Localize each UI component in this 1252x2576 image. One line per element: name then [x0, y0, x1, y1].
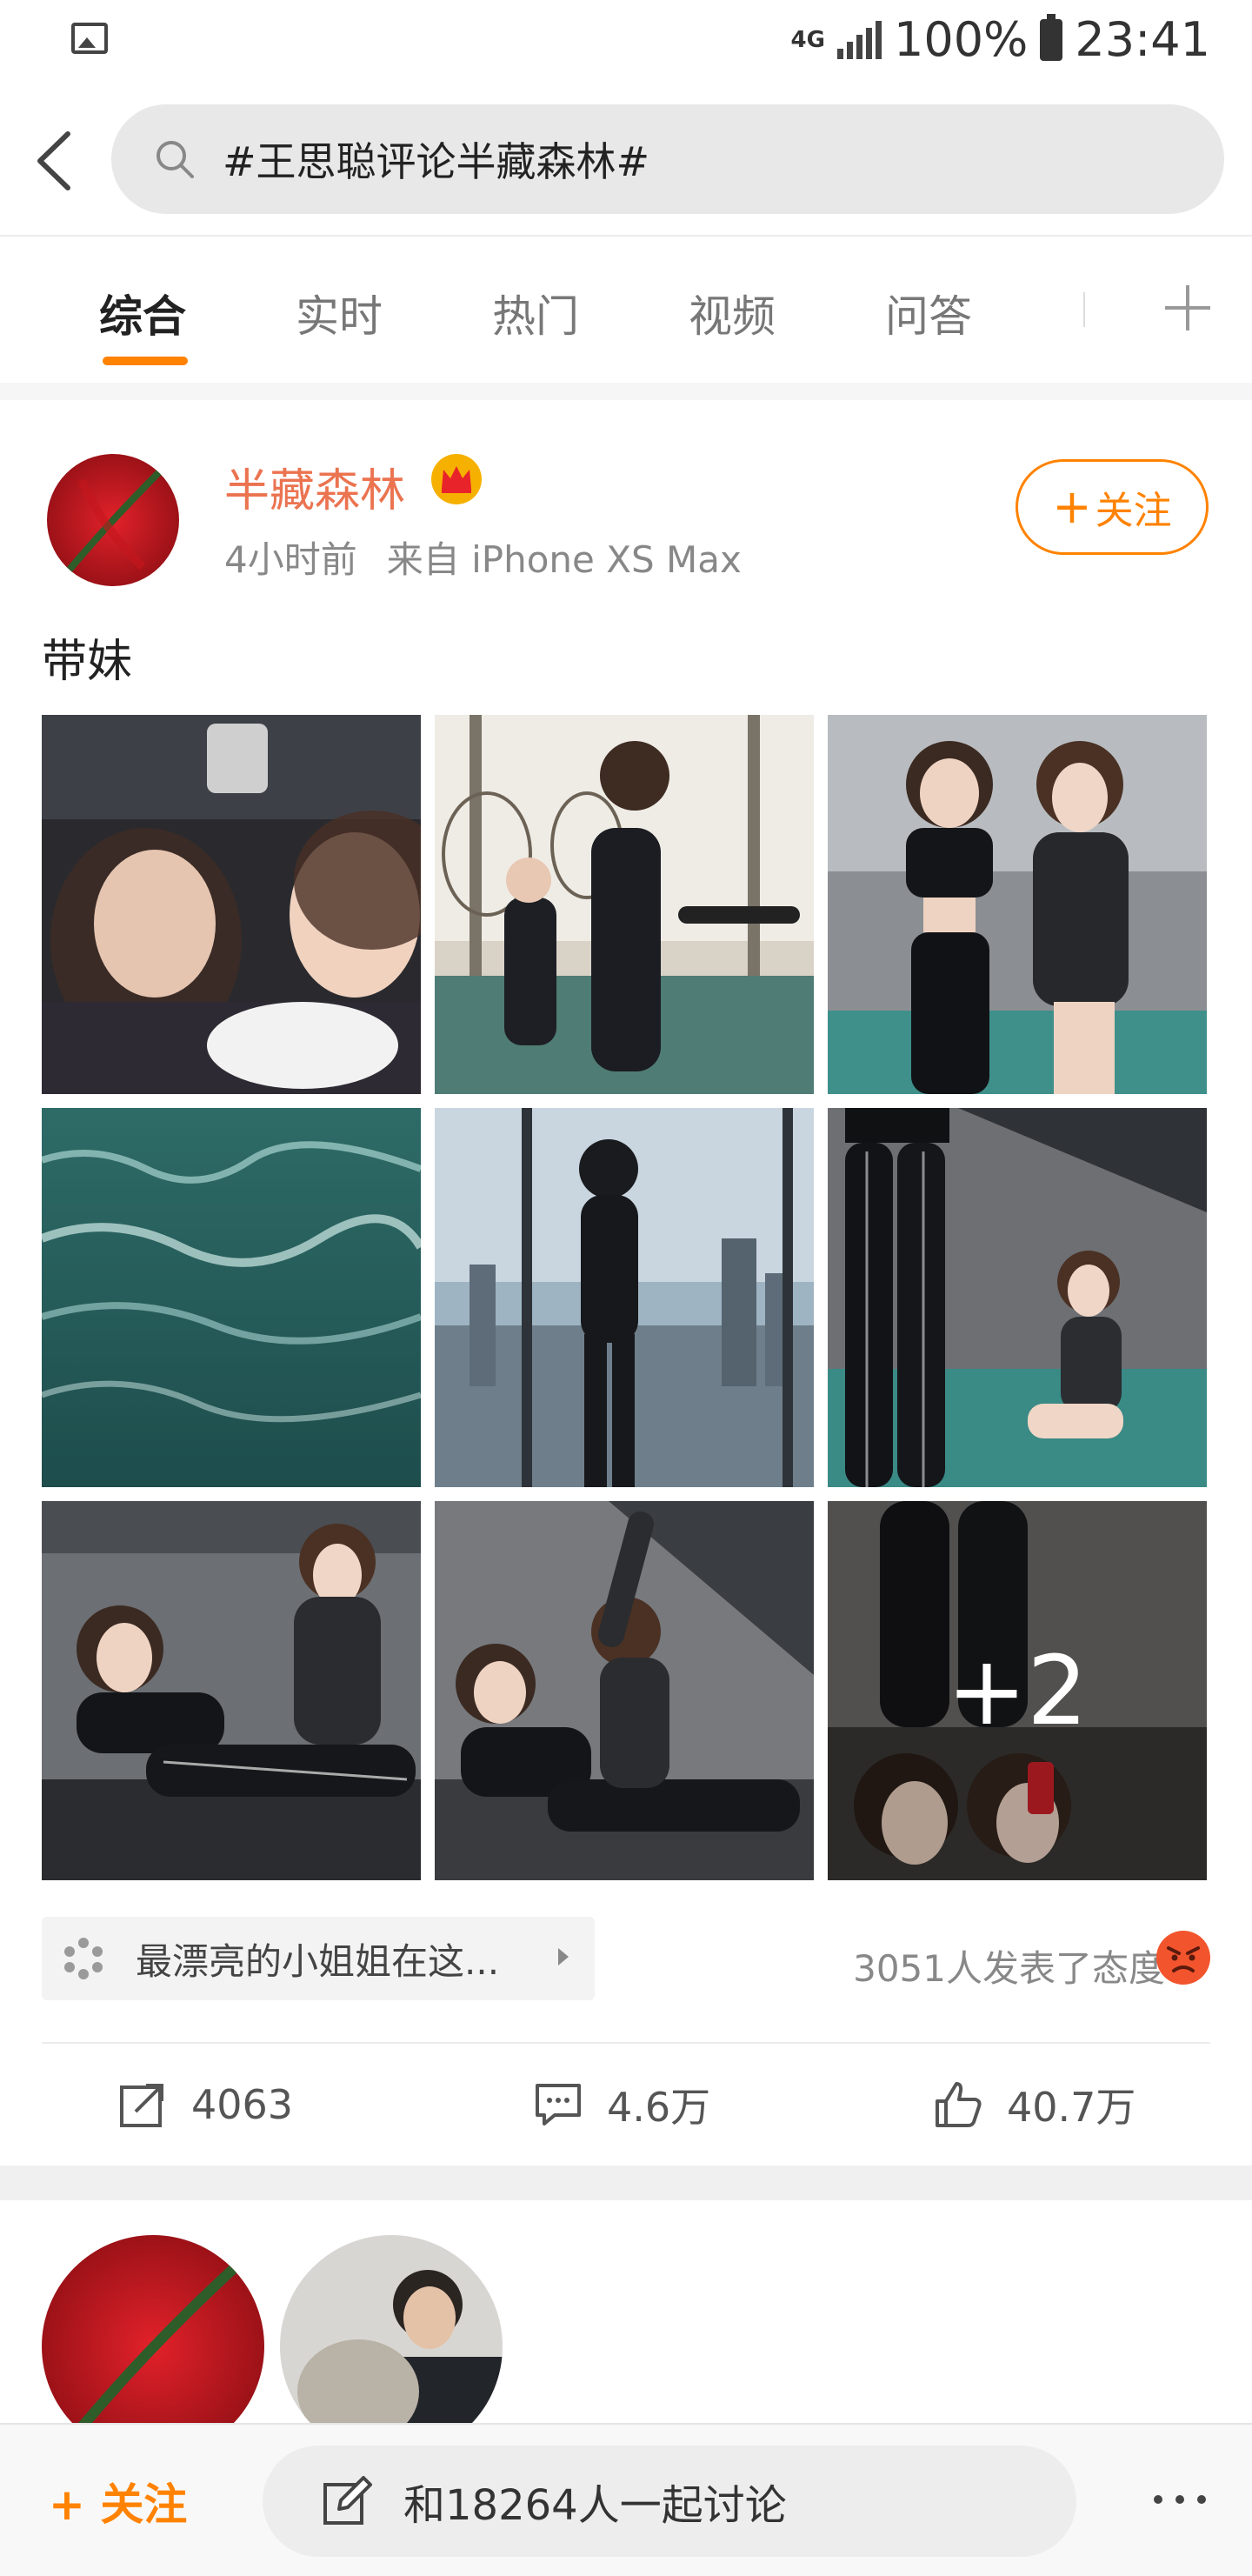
avatar[interactable]	[42, 2235, 264, 2426]
topic-chip[interactable]: 最漂亮的小姐姐在这...	[42, 1917, 595, 2000]
feed-separator	[0, 2166, 1252, 2200]
battery-icon	[1040, 13, 1063, 61]
tab-bar: 综合 实时 热门 视频 问答	[0, 235, 1252, 384]
post-image-1[interactable]	[42, 715, 421, 1094]
separator	[0, 383, 1252, 400]
tab-divider	[1083, 292, 1085, 327]
discuss-input[interactable]: 和18264人一起讨论	[263, 2446, 1076, 2557]
post-text: 带妹	[42, 636, 133, 688]
weibo-post: 半藏森林 4小时前 来自 iPhone XS Max + 关注 带妹 +2 最漂…	[0, 400, 1252, 2166]
repost-icon	[120, 2084, 163, 2127]
post-image-7[interactable]	[42, 1501, 421, 1880]
repost-count: 4063	[191, 2081, 294, 2128]
plus-icon: +	[1052, 479, 1092, 534]
crown-icon	[431, 454, 482, 504]
search-header: #王思聪评论半藏森林#	[0, 87, 1252, 233]
discuss-label: 和18264人一起讨论	[403, 2481, 787, 2530]
search-icon	[156, 141, 194, 178]
search-input[interactable]: #王思聪评论半藏森林#	[111, 104, 1224, 214]
post-image-4[interactable]	[42, 1108, 421, 1487]
signal-icon	[836, 20, 882, 59]
back-arrow-icon[interactable]	[35, 130, 73, 191]
edit-icon	[323, 2476, 372, 2525]
more-images-count: +2	[828, 1501, 1207, 1880]
chevron-right-icon	[558, 1948, 569, 1965]
thumbs-up-icon	[936, 2082, 982, 2127]
tab-hot[interactable]: 热门	[492, 282, 579, 344]
avatar[interactable]	[280, 2235, 503, 2426]
more-options-icon[interactable]	[1149, 2491, 1210, 2508]
attitude-count[interactable]: 3051人发表了态度	[853, 1939, 1165, 1992]
avatar[interactable]	[47, 454, 179, 586]
post-image-2[interactable]	[435, 715, 814, 1094]
tab-realtime[interactable]: 实时	[296, 282, 383, 344]
post-image-8[interactable]	[435, 1501, 814, 1880]
tab-video[interactable]: 视频	[689, 282, 776, 344]
bottom-follow-label: 关注	[100, 2479, 188, 2530]
spinner-icon	[64, 1938, 103, 1979]
post-time: 4小时前	[224, 538, 357, 581]
add-tab-icon[interactable]	[1160, 280, 1215, 336]
post-image-5[interactable]	[435, 1108, 814, 1487]
post-source: 来自 iPhone XS Max	[386, 538, 742, 581]
active-tab-indicator	[103, 357, 188, 365]
follow-button[interactable]: + 关注	[1016, 459, 1209, 555]
network-type: 4G	[790, 26, 825, 53]
post-meta: 4小时前 来自 iPhone XS Max	[224, 531, 742, 584]
gallery-icon	[71, 23, 108, 54]
topic-chip-label: 最漂亮的小姐姐在这...	[136, 1939, 500, 1983]
status-bar: 4G 100% 23:41	[0, 0, 1252, 87]
like-button[interactable]: 40.7万	[932, 2044, 1135, 2166]
repost-button[interactable]: 4063	[117, 2044, 293, 2166]
clock: 23:41	[1075, 12, 1210, 67]
comment-button[interactable]: 4.6万	[532, 2044, 710, 2166]
plus-icon: +	[49, 2479, 101, 2530]
bottom-follow-button[interactable]: + 关注	[49, 2470, 187, 2533]
tab-all[interactable]: 综合	[99, 282, 186, 344]
comment-count: 4.6万	[607, 2084, 711, 2131]
angry-face-icon[interactable]	[1155, 1929, 1212, 1986]
like-count: 40.7万	[1007, 2084, 1136, 2131]
follow-label: 关注	[1095, 489, 1172, 533]
next-post-preview	[0, 2200, 1252, 2426]
author-name[interactable]: 半藏森林	[224, 454, 405, 519]
post-actions: 4063 4.6万 40.7万	[0, 2044, 1252, 2166]
post-image-9[interactable]: +2	[828, 1501, 1207, 1880]
search-query: #王思聪评论半藏森林#	[223, 138, 650, 185]
post-image-3[interactable]	[828, 715, 1207, 1094]
bottom-bar: + 关注 和18264人一起讨论	[0, 2423, 1252, 2576]
comment-icon	[536, 2084, 581, 2126]
post-image-6[interactable]	[828, 1108, 1207, 1487]
tab-qa[interactable]: 问答	[885, 282, 972, 344]
battery-percent: 100%	[893, 12, 1029, 67]
